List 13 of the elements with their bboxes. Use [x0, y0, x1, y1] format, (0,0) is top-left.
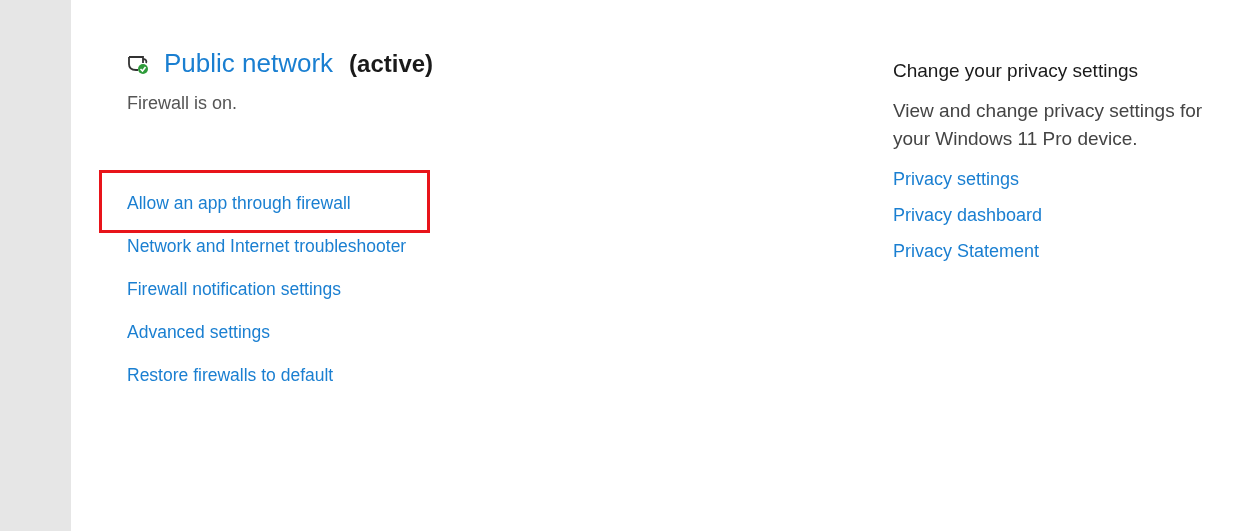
firewall-status: Firewall is on.: [127, 93, 239, 114]
privacy-link[interactable]: Privacy Statement: [893, 233, 1040, 269]
settings-link[interactable]: Advanced settings: [127, 322, 270, 342]
privacy-heading: Change your privacy settings: [893, 60, 1138, 82]
settings-link[interactable]: Restore firewalls to default: [127, 365, 334, 385]
network-status: (active): [349, 49, 434, 78]
network-name-link[interactable]: Public network: [164, 48, 334, 79]
settings-link[interactable]: Network and Internet troubleshooter: [127, 236, 407, 256]
settings-link[interactable]: Allow an app through firewall: [127, 193, 351, 213]
settings-link[interactable]: Firewall notification settings: [127, 279, 341, 299]
privacy-link[interactable]: Privacy settings: [893, 161, 1020, 197]
privacy-link[interactable]: Privacy dashboard: [893, 197, 1043, 233]
privacy-description: View and change privacy settings for your Windows 11 Pro device.: [893, 99, 1204, 151]
